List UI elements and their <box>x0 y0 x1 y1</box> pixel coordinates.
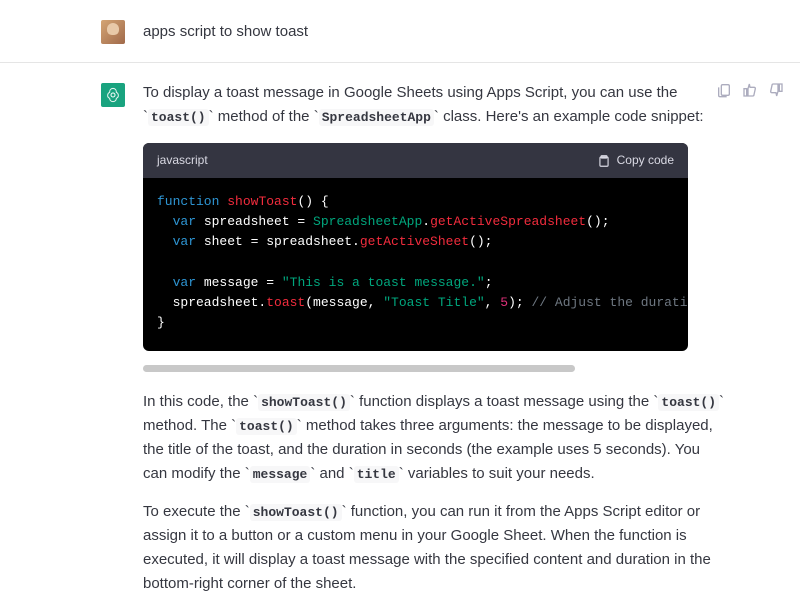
text: method. The <box>143 417 231 434</box>
text: variables to suit your needs. <box>404 465 595 482</box>
horizontal-scrollbar[interactable] <box>143 365 575 372</box>
text: In this code, the <box>143 393 253 410</box>
text: class. Here's an example code snippet: <box>439 108 704 125</box>
clipboard-icon <box>597 154 611 168</box>
assistant-paragraph-2: In this code, the `showToast()` function… <box>143 390 725 486</box>
scrollbar-thumb[interactable] <box>143 365 575 372</box>
code-block: javascript Copy code function showToast(… <box>143 143 688 351</box>
user-avatar <box>101 20 125 44</box>
message-actions <box>715 81 785 99</box>
thumbs-down-button[interactable] <box>767 81 785 99</box>
inline-code: showToast() <box>250 504 342 521</box>
code-body[interactable]: function showToast() { var spreadsheet =… <box>143 178 688 351</box>
inline-code: showToast() <box>258 394 350 411</box>
assistant-paragraph-1: To display a toast message in Google She… <box>143 81 725 129</box>
assistant-avatar <box>101 83 125 107</box>
copy-code-button[interactable]: Copy code <box>597 151 674 170</box>
inline-code: toast() <box>658 394 719 411</box>
thumbs-down-icon <box>768 82 784 98</box>
thumbs-up-icon <box>742 82 758 98</box>
copy-label: Copy code <box>617 151 674 170</box>
text: function displays a toast message using … <box>355 393 654 410</box>
code-header: javascript Copy code <box>143 143 688 178</box>
text: To display a toast message in Google She… <box>143 84 678 101</box>
inline-code: message <box>250 466 311 483</box>
clipboard-icon <box>716 82 732 98</box>
inline-code: toast() <box>236 418 297 435</box>
inline-code: SpreadsheetApp <box>319 109 434 126</box>
text: To execute the <box>143 503 245 520</box>
text: and <box>315 465 348 482</box>
text: method of the <box>214 108 314 125</box>
user-prompt: apps script to show toast <box>143 20 725 44</box>
assistant-paragraph-3: To execute the `showToast()` function, y… <box>143 500 725 596</box>
user-message: apps script to show toast <box>0 0 800 63</box>
inline-code: toast() <box>148 109 209 126</box>
copy-message-button[interactable] <box>715 81 733 99</box>
thumbs-up-button[interactable] <box>741 81 759 99</box>
code-language: javascript <box>157 151 208 170</box>
assistant-message: To display a toast message in Google She… <box>0 63 800 614</box>
openai-logo-icon <box>105 87 121 103</box>
inline-code: title <box>354 466 399 483</box>
